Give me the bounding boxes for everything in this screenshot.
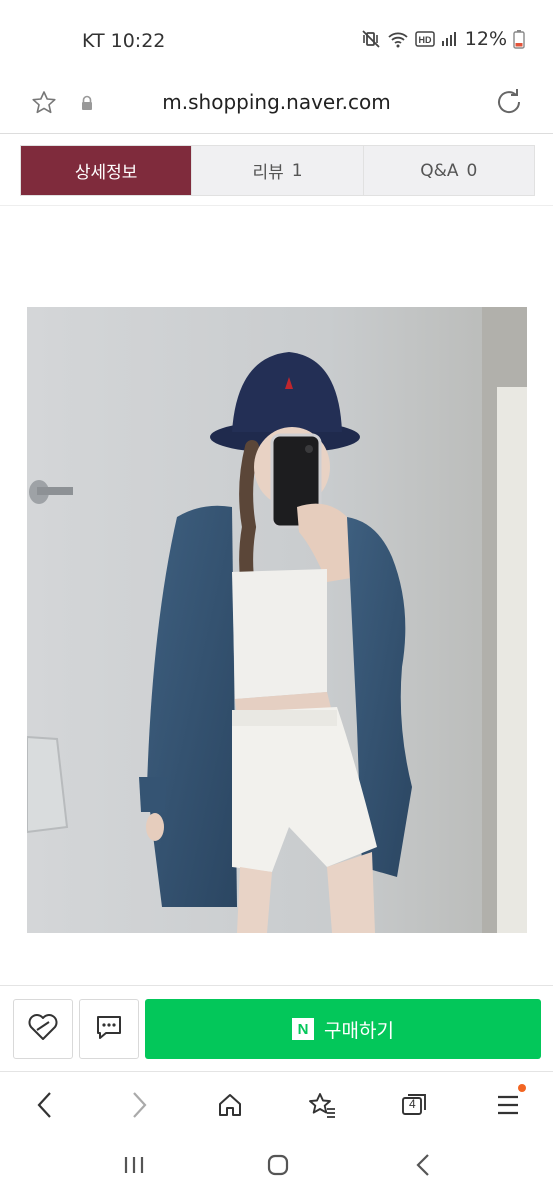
wishlist-button[interactable] — [13, 999, 73, 1059]
buy-button[interactable]: N 구매하기 — [145, 999, 541, 1059]
back-icon[interactable] — [27, 1087, 63, 1123]
tab-detail-info[interactable]: 상세정보 — [21, 146, 193, 195]
tab-count: 4 — [409, 1097, 416, 1111]
forward-icon[interactable] — [121, 1087, 157, 1123]
system-nav-bar — [0, 1135, 553, 1200]
tab-reviews[interactable]: 리뷰 1 — [192, 146, 364, 195]
notification-dot — [518, 1084, 526, 1092]
naver-n-icon: N — [292, 1018, 315, 1040]
home-circle-icon[interactable] — [266, 1153, 290, 1181]
talk-icon — [94, 1012, 124, 1046]
svg-text:HD: HD — [418, 35, 431, 45]
buy-label: 구매하기 — [324, 1019, 394, 1042]
divider — [0, 205, 553, 206]
tabs-icon[interactable]: 4 — [396, 1087, 432, 1123]
url-text[interactable]: m.shopping.naver.com — [0, 90, 553, 114]
tab-count: 1 — [291, 160, 303, 181]
tab-qna[interactable]: Q&A 0 — [363, 146, 534, 195]
carrier-time: KT 10:22 — [82, 30, 166, 52]
tab-label: 리뷰 — [252, 163, 284, 183]
recents-icon[interactable] — [122, 1153, 146, 1181]
heart-icon — [27, 1012, 59, 1046]
purchase-action-bar: N 구매하기 — [0, 985, 553, 1072]
url-bar: m.shopping.naver.com — [0, 80, 553, 134]
talk-button[interactable] — [79, 999, 139, 1059]
browser-toolbar: 4 — [0, 1073, 553, 1135]
status-icons: HD 12% — [361, 28, 525, 50]
hd-icon: HD — [415, 30, 435, 48]
back-chevron-icon[interactable] — [412, 1153, 436, 1181]
tab-count: 0 — [466, 160, 478, 181]
mute-vibrate-icon — [361, 29, 381, 49]
home-icon[interactable] — [212, 1087, 248, 1123]
bookmarks-icon[interactable] — [304, 1087, 340, 1123]
battery-percent: 12% — [464, 28, 507, 50]
signal-icon — [441, 30, 457, 48]
battery-icon — [513, 29, 525, 49]
tab-label: Q&A — [420, 160, 459, 181]
detail-tabs: 상세정보 리뷰 1 Q&A 0 — [20, 145, 535, 196]
product-photo — [27, 307, 527, 933]
tab-label: 상세정보 — [74, 163, 138, 183]
wifi-icon — [387, 29, 409, 49]
status-bar: KT 10:22 HD 12% — [0, 0, 553, 80]
menu-icon[interactable] — [490, 1084, 526, 1123]
reload-icon[interactable] — [495, 88, 523, 120]
